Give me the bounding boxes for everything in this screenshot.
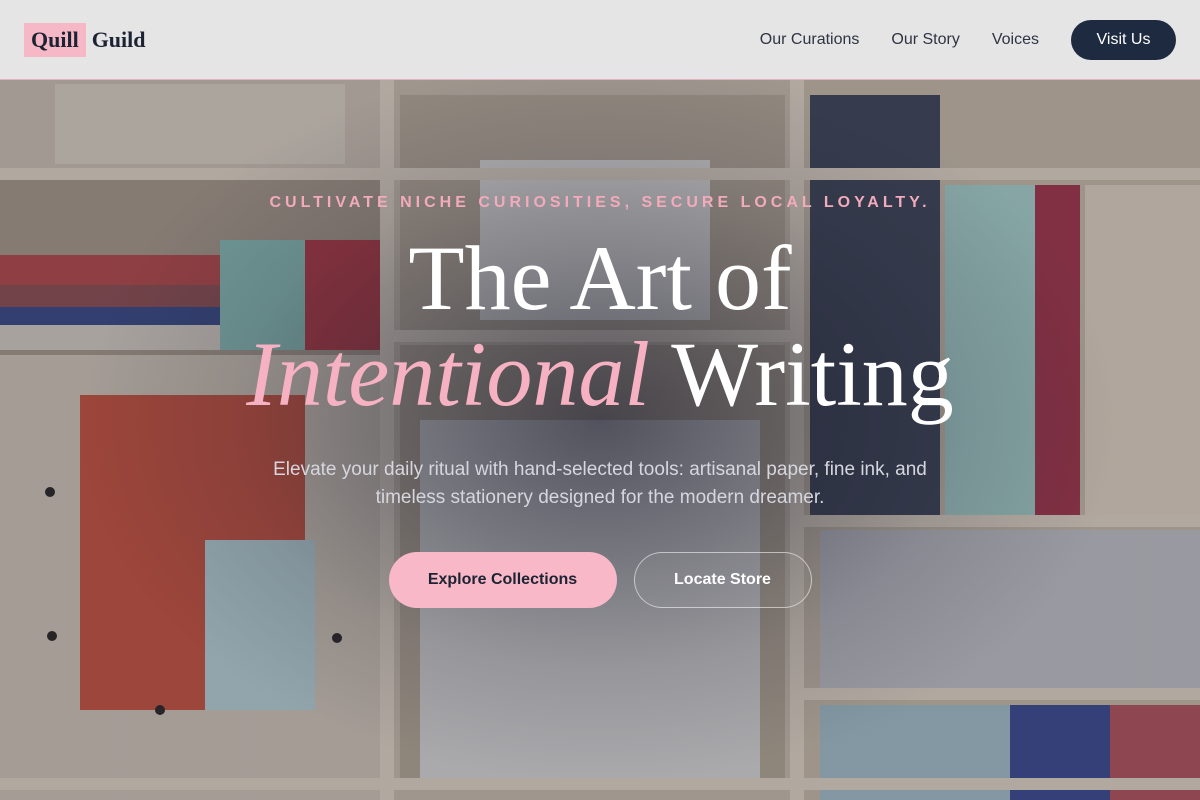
brand-logo[interactable]: Quill Guild (24, 22, 146, 57)
hero-title-line1: The Art of (408, 227, 792, 329)
site-header: Quill Guild Our Curations Our Story Voic… (0, 0, 1200, 80)
hero-eyebrow: CULTIVATE NICHE CURIOSITIES, SECURE LOCA… (269, 194, 931, 211)
hero-title: The Art of Intentional Writing (0, 230, 1200, 422)
hero-title-end: Writing (671, 323, 954, 425)
nav-link-voices[interactable]: Voices (992, 31, 1039, 49)
nav-link-curations[interactable]: Our Curations (760, 31, 860, 49)
explore-collections-button[interactable]: Explore Collections (388, 552, 617, 608)
nav-link-story[interactable]: Our Story (891, 31, 959, 49)
brand-name: Guild (91, 26, 146, 52)
locate-store-button[interactable]: Locate Store (633, 552, 812, 608)
visit-us-button[interactable]: Visit Us (1071, 19, 1176, 60)
hero-title-line2: Intentional Writing (0, 326, 1200, 422)
hero-subtitle: Elevate your daily ritual with hand-sele… (273, 459, 927, 508)
brand-mark: Quill (24, 22, 86, 57)
hero-title-accent: Intentional (246, 323, 650, 425)
hero-section: CULTIVATE NICHE CURIOSITIES, SECURE LOCA… (0, 80, 1200, 800)
hero-buttons: Explore Collections Locate Store (0, 552, 1200, 608)
main-nav: Our Curations Our Story Voices Visit Us (728, 19, 1176, 60)
